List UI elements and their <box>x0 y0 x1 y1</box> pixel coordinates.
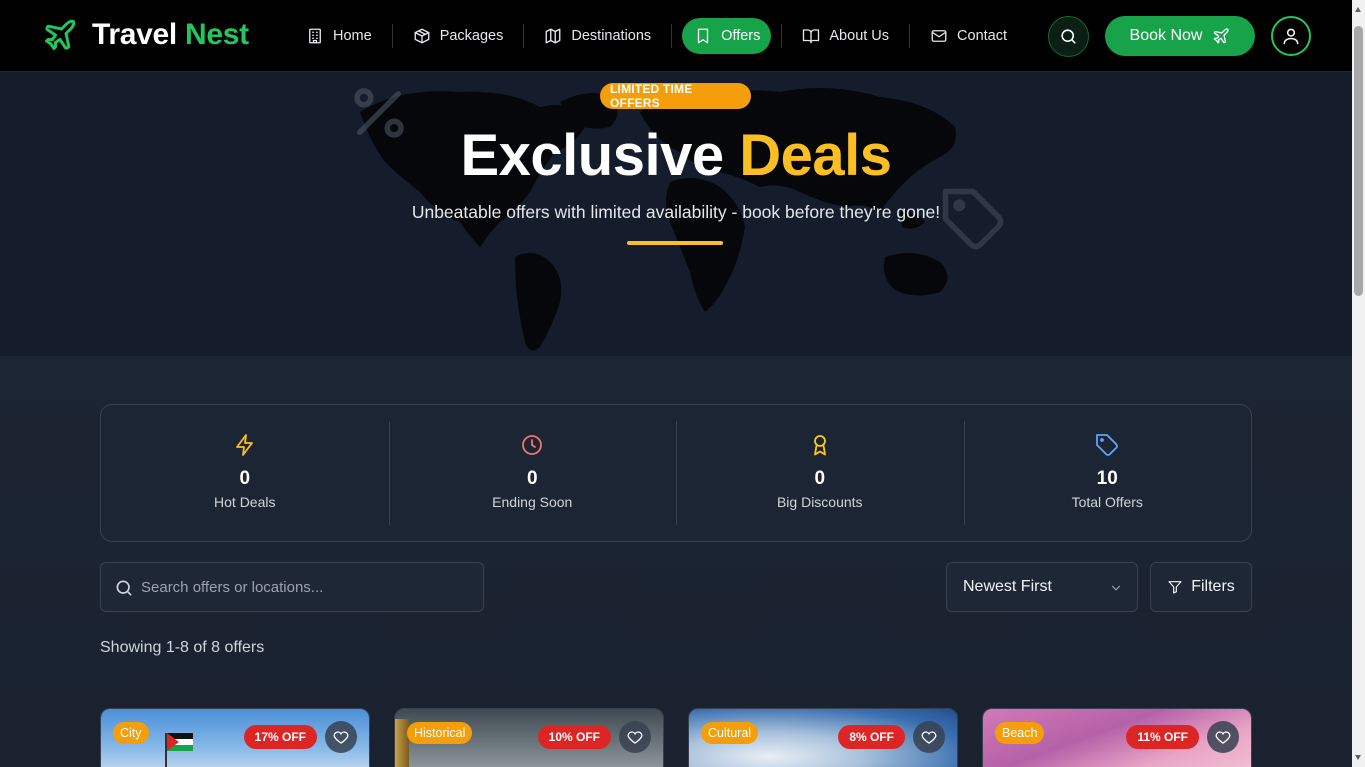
heart-icon <box>627 731 643 744</box>
stat-value: 10 <box>1096 468 1118 489</box>
clock-icon <box>522 435 543 455</box>
heart-icon <box>333 731 349 744</box>
plane-icon <box>1214 28 1230 44</box>
filter-icon <box>1168 581 1182 594</box>
lightning-icon <box>235 434 253 456</box>
sort-selected-value: Newest First <box>963 578 1052 595</box>
scroll-down-arrow[interactable] <box>1355 755 1361 760</box>
brand-logo[interactable]: Travel Nest <box>42 17 249 53</box>
stat-total-offers: 10 Total Offers <box>963 405 1252 541</box>
discount-badge: 17% OFF <box>243 725 317 749</box>
stat-label: Total Offers <box>1071 494 1143 510</box>
book-now-label: Book Now <box>1129 27 1203 44</box>
title-underline <box>627 241 723 245</box>
chevron-down-icon <box>1111 585 1121 591</box>
stats-panel: 0 Hot Deals 0 Ending Soon 0 Big Discount… <box>100 404 1252 542</box>
nav-about[interactable]: About Us <box>792 18 899 54</box>
category-badge: Cultural <box>701 722 759 744</box>
search-icon <box>1061 29 1076 44</box>
category-badge: Historical <box>407 722 473 744</box>
favorite-button[interactable] <box>619 721 651 753</box>
nav-contact[interactable]: Contact <box>920 18 1017 54</box>
bookmark-icon <box>697 28 709 44</box>
offer-card[interactable]: Cultural 8% OFF <box>688 708 958 767</box>
stat-value: 0 <box>239 468 251 489</box>
stat-ending-soon: 0 Ending Soon <box>388 405 677 541</box>
heart-icon <box>1215 731 1231 744</box>
main-nav: Home Packages Destinations Offers About … <box>296 17 1017 55</box>
package-icon <box>414 28 430 44</box>
search-button[interactable] <box>1048 16 1089 57</box>
nav-packages[interactable]: Packages <box>403 18 514 54</box>
tag-icon <box>1096 434 1119 456</box>
stat-hot-deals: 0 Hot Deals <box>101 405 389 541</box>
book-open-icon <box>803 29 820 44</box>
map-icon <box>545 28 561 44</box>
favorite-button[interactable] <box>913 721 945 753</box>
discount-badge: 8% OFF <box>838 725 905 749</box>
plane-icon <box>45 19 76 50</box>
book-now-button[interactable]: Book Now <box>1105 16 1255 56</box>
offer-card[interactable]: Historical 10% OFF <box>394 708 664 767</box>
nav-about-label: About Us <box>829 28 890 44</box>
hero-section: LIMITED TIME OFFERS Exclusive Deals Unbe… <box>0 72 1352 356</box>
nav-home-label: Home <box>333 28 372 44</box>
results-count: Showing 1-8 of 8 offers <box>100 639 265 656</box>
limited-offers-badge: LIMITED TIME OFFERS <box>600 82 751 110</box>
scrollbar-thumb[interactable] <box>1354 26 1363 296</box>
stat-value: 0 <box>814 468 826 489</box>
offer-card[interactable]: City 17% OFF <box>100 708 370 767</box>
heart-icon <box>921 731 937 744</box>
nav-packages-label: Packages <box>439 28 504 44</box>
brand-name: Travel Nest <box>92 18 249 51</box>
mail-icon <box>931 30 947 42</box>
nav-offers[interactable]: Offers <box>682 18 772 54</box>
discount-badge: 11% OFF <box>1126 725 1199 749</box>
user-icon <box>1283 28 1299 45</box>
hero-subtitle: Unbeatable offers with limited availabil… <box>411 202 941 222</box>
nav-offers-label: Offers <box>721 28 761 44</box>
sort-dropdown[interactable]: Newest First <box>946 562 1138 612</box>
stat-label: Ending Soon <box>492 494 573 510</box>
nav-home[interactable]: Home <box>296 18 382 54</box>
nav-destinations-label: Destinations <box>571 28 652 44</box>
page-title: Exclusive Deals <box>460 123 892 188</box>
user-account-button[interactable] <box>1271 16 1311 56</box>
search-input[interactable] <box>141 563 471 611</box>
nav-divider <box>781 24 783 48</box>
nav-divider <box>671 24 673 48</box>
nav-divider <box>391 24 393 48</box>
category-badge: Beach <box>995 722 1045 744</box>
nav-destinations[interactable]: Destinations <box>534 18 661 54</box>
filters-label: Filters <box>1191 578 1235 595</box>
offer-card[interactable]: Beach 11% OFF <box>982 708 1252 767</box>
scroll-up-arrow[interactable] <box>1355 7 1361 12</box>
offers-content: 0 Hot Deals 0 Ending Soon 0 Big Discount… <box>0 356 1352 767</box>
favorite-button[interactable] <box>325 721 357 753</box>
stat-label: Hot Deals <box>214 494 276 510</box>
offer-search <box>100 562 484 612</box>
stat-big-discounts: 0 Big Discounts <box>676 405 964 541</box>
building-icon <box>309 28 321 44</box>
stat-value: 0 <box>526 468 538 489</box>
page-scrollbar[interactable] <box>1352 0 1365 767</box>
nav-contact-label: Contact <box>957 28 1008 44</box>
top-navbar: Travel Nest Home Packages Destinations O… <box>0 0 1352 72</box>
nav-divider <box>909 24 911 48</box>
category-badge: City <box>113 722 149 744</box>
nav-divider <box>523 24 525 48</box>
search-icon <box>116 580 132 596</box>
offer-grid: City 17% OFF Historical 10% OFF Cultural… <box>100 708 1252 767</box>
award-icon <box>813 435 826 456</box>
favorite-button[interactable] <box>1207 721 1239 753</box>
stat-label: Big Discounts <box>776 494 863 510</box>
discount-badge: 10% OFF <box>537 725 611 749</box>
filters-button[interactable]: Filters <box>1150 562 1252 612</box>
